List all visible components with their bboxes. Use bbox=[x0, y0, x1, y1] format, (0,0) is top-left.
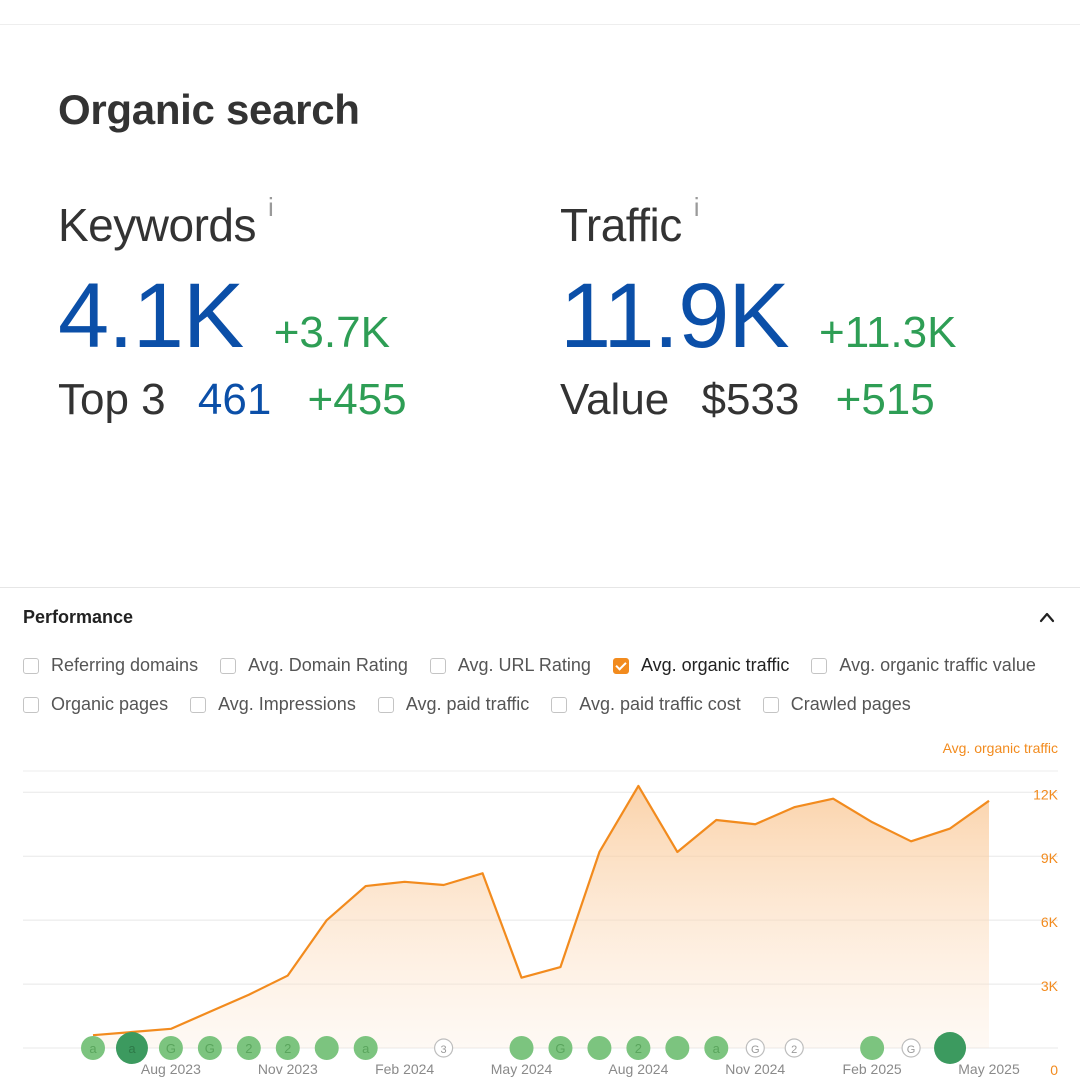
checkbox-label: Avg. paid traffic cost bbox=[579, 694, 741, 714]
x-tick-label: Nov 2024 bbox=[725, 1061, 785, 1077]
organic-traffic-chart[interactable]: 0 3K 6K 9K 12K Avg. organic traffic a a G G 2 2 a 3 G 2… bbox=[0, 730, 1080, 1080]
keywords-label: Keywords bbox=[58, 199, 256, 251]
y-tick-label: 12K bbox=[1033, 786, 1059, 802]
checkbox-label: Referring domains bbox=[51, 655, 199, 675]
top3-delta: +455 bbox=[307, 375, 407, 424]
info-icon[interactable]: i bbox=[268, 192, 274, 222]
x-tick-label: Feb 2025 bbox=[843, 1061, 902, 1077]
checkbox-box[interactable] bbox=[23, 657, 39, 674]
top3-label: Top 3 bbox=[58, 375, 166, 424]
event-marker-label: 2 bbox=[791, 1044, 797, 1056]
event-marker[interactable] bbox=[509, 1036, 534, 1060]
traffic-delta: +11.3K bbox=[819, 308, 957, 357]
event-marker-label: a bbox=[89, 1041, 97, 1056]
keywords-delta: +3.7K bbox=[273, 308, 390, 357]
checkbox-label: Avg. organic traffic value bbox=[839, 655, 1036, 675]
traffic-value: 11.9K bbox=[560, 265, 790, 367]
x-tick-label: Aug 2023 bbox=[141, 1061, 201, 1077]
checkbox-referring-domains[interactable]: Referring domains bbox=[23, 655, 198, 676]
event-marker[interactable] bbox=[665, 1036, 690, 1060]
traffic-area bbox=[93, 785, 989, 1048]
event-marker-label: a bbox=[128, 1041, 136, 1056]
checkbox-avg-domain-rating[interactable]: Avg. Domain Rating bbox=[220, 655, 408, 676]
event-marker[interactable] bbox=[860, 1036, 885, 1060]
checkbox-label: Avg. paid traffic bbox=[405, 694, 530, 714]
checkbox-box[interactable] bbox=[429, 657, 446, 674]
event-marker-label: G bbox=[907, 1044, 916, 1056]
event-marker[interactable] bbox=[587, 1036, 612, 1060]
checkbox-label: Avg. Domain Rating bbox=[248, 655, 408, 675]
checkbox-avg-paid-traffic-cost[interactable]: Avg. paid traffic cost bbox=[551, 694, 741, 715]
performance-divider bbox=[0, 587, 1080, 588]
event-marker-label: 2 bbox=[284, 1041, 291, 1056]
checkbox-avg-organic-traffic[interactable]: Avg. organic traffic bbox=[612, 655, 790, 676]
event-marker-label: 2 bbox=[245, 1041, 252, 1056]
checkbox-label: Avg. organic traffic bbox=[640, 655, 790, 675]
checkbox-organic-pages[interactable]: Organic pages bbox=[23, 694, 168, 715]
keywords-value: 4.1K bbox=[58, 265, 244, 367]
checkbox-box[interactable] bbox=[551, 696, 568, 713]
top3-value: 461 bbox=[197, 375, 272, 424]
event-marker-label: G bbox=[555, 1041, 565, 1056]
performance-title: Performance bbox=[23, 607, 134, 627]
checkbox-label: Organic pages bbox=[51, 694, 169, 714]
y-tick-label: 0 bbox=[1050, 1062, 1058, 1078]
checkbox-box[interactable] bbox=[220, 657, 237, 674]
keywords-metric: Keywords i 4.1K +3.7K Top 3 461 +455 bbox=[58, 192, 407, 425]
organic-search-title: Organic search bbox=[58, 86, 360, 133]
event-marker[interactable] bbox=[314, 1036, 339, 1060]
checkbox-avg-organic-traffic-value[interactable]: Avg. organic traffic value bbox=[811, 655, 1036, 676]
checkbox-box[interactable] bbox=[811, 657, 828, 674]
checkbox-box-checked[interactable] bbox=[612, 657, 629, 674]
event-marker-label: 2 bbox=[635, 1041, 642, 1056]
metric-checkbox-row-1: Referring domains Avg. Domain Rating Avg… bbox=[23, 655, 1053, 679]
chevron-up-icon[interactable] bbox=[1038, 610, 1056, 624]
top-divider bbox=[0, 24, 1080, 25]
checkbox-avg-paid-traffic[interactable]: Avg. paid traffic bbox=[377, 694, 530, 715]
x-tick-label: Aug 2024 bbox=[608, 1061, 668, 1077]
event-marker-label: a bbox=[362, 1041, 370, 1056]
checkbox-box[interactable] bbox=[762, 696, 779, 713]
checkbox-label: Crawled pages bbox=[790, 694, 911, 714]
x-tick-label: Nov 2023 bbox=[258, 1061, 318, 1077]
x-tick-label: May 2024 bbox=[491, 1061, 553, 1077]
event-marker-label: G bbox=[166, 1041, 176, 1056]
checkbox-box[interactable] bbox=[377, 696, 394, 713]
event-marker[interactable] bbox=[934, 1032, 967, 1064]
y-tick-label: 3K bbox=[1041, 978, 1059, 994]
checkbox-label: Avg. URL Rating bbox=[457, 655, 591, 675]
checkbox-avg-impressions[interactable]: Avg. Impressions bbox=[190, 694, 356, 715]
traffic-metric: Traffic i 11.9K +11.3K Value $533 +515 bbox=[560, 192, 957, 425]
event-marker-label: G bbox=[751, 1044, 760, 1056]
event-marker-label: G bbox=[205, 1041, 215, 1056]
event-marker-label: 3 bbox=[441, 1044, 447, 1056]
series-label: Avg. organic traffic bbox=[943, 740, 1058, 756]
checkbox-box[interactable] bbox=[23, 696, 39, 713]
value-amount: $533 bbox=[701, 375, 800, 424]
value-label: Value bbox=[560, 375, 670, 424]
x-tick-label: May 2025 bbox=[958, 1061, 1020, 1077]
info-icon[interactable]: i bbox=[694, 192, 700, 222]
value-delta: +515 bbox=[835, 375, 935, 424]
x-tick-label: Feb 2024 bbox=[375, 1061, 434, 1077]
y-tick-label: 6K bbox=[1041, 914, 1059, 930]
traffic-label: Traffic bbox=[560, 199, 682, 251]
checkbox-avg-url-rating[interactable]: Avg. URL Rating bbox=[429, 655, 591, 676]
y-tick-label: 9K bbox=[1041, 850, 1059, 866]
checkbox-crawled-pages[interactable]: Crawled pages bbox=[762, 694, 911, 715]
checkbox-box[interactable] bbox=[190, 696, 207, 713]
checkbox-label: Avg. Impressions bbox=[218, 694, 356, 714]
metric-checkbox-row-2: Organic pages Avg. Impressions Avg. paid… bbox=[23, 694, 928, 718]
event-marker-label: a bbox=[713, 1041, 721, 1056]
